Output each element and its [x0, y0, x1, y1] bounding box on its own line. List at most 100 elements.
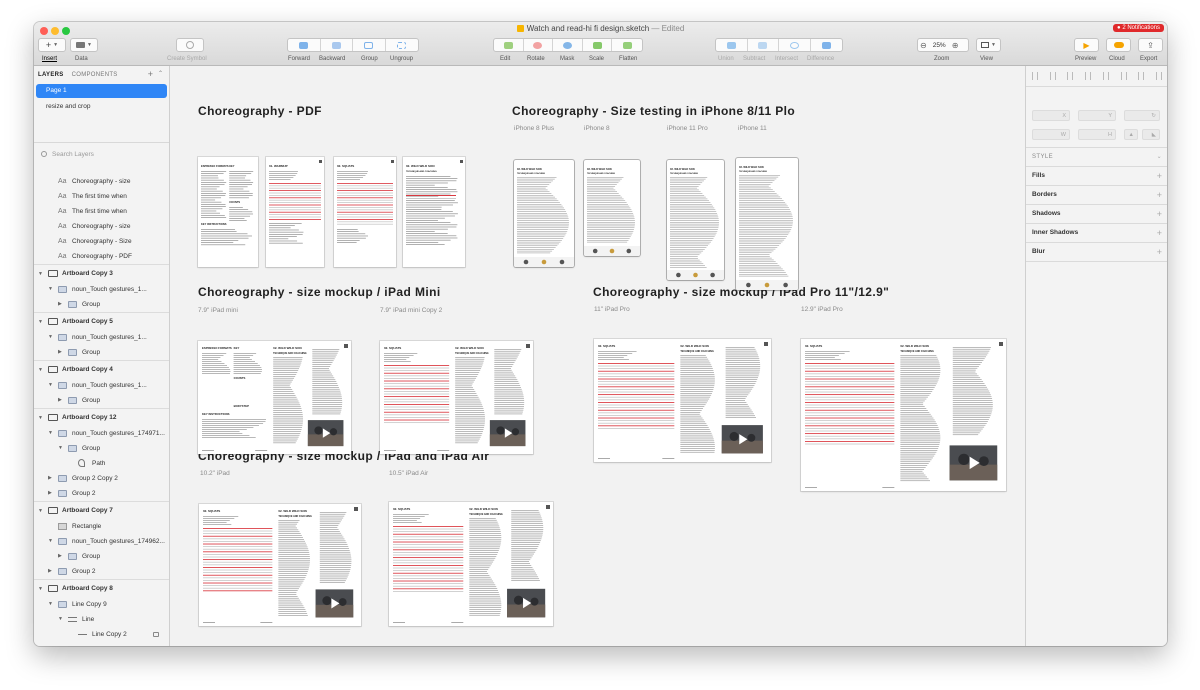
create-symbol-button[interactable] — [176, 38, 204, 52]
artboard-label-ipad-mini-copy-2[interactable]: 7.9" iPad mini Copy 2 — [380, 307, 442, 314]
section-title-ipad-mini[interactable]: Choreography - size mockup / iPad Mini — [198, 285, 441, 299]
artboard-iphone-8-plus[interactable]: 02. WILD WILD SON TECHNIQUE AND COACHING — [514, 160, 574, 267]
backward-button[interactable] — [321, 39, 353, 51]
disclosure-expanded-icon[interactable]: ▼ — [58, 441, 63, 456]
data-button[interactable]: ▼ — [70, 38, 98, 52]
page-item-page-1[interactable]: Page 1 — [36, 84, 167, 98]
align-top-icon[interactable] — [1102, 72, 1109, 80]
layer-artboard[interactable]: ▼ Artboard Copy 5 — [34, 312, 169, 330]
artboard-ipad-10-2[interactable]: 02. SQUATS 02. WILD WILD SON TECHNIQUE AND… — [199, 504, 361, 626]
flatten-button[interactable] — [612, 39, 642, 51]
artboard-iphone-11[interactable]: 02. WILD WILD SON TECHNIQUE AND COACHING — [736, 158, 798, 290]
layer-item[interactable]: ▼ Line — [34, 612, 169, 627]
layer-item[interactable]: ▼ noun_Touch gestures_174962... — [34, 534, 169, 549]
disclosure-collapsed-icon[interactable]: ▶ — [58, 297, 62, 312]
layer-artboard[interactable]: ▼ Artboard Copy 12 — [34, 408, 169, 426]
artboard-iphone-8[interactable]: 02. WILD WILD SON TECHNIQUE AND COACHING — [584, 160, 640, 256]
disclosure-expanded-icon[interactable]: ▼ — [48, 534, 53, 549]
notifications-badge[interactable]: ● 2 Notifications — [1113, 24, 1164, 32]
flip-horizontal-button[interactable]: ▲ — [1124, 129, 1138, 140]
search-layers-input[interactable]: Search Layers — [38, 148, 166, 161]
layer-item[interactable]: Path — [34, 456, 169, 471]
blur-row[interactable]: Blur + — [1032, 243, 1162, 261]
intersect-button[interactable] — [779, 39, 811, 51]
artboard-label-ipad-pro-12-9[interactable]: 12.9" iPad Pro — [801, 306, 843, 313]
layer-item[interactable]: Aa The first time when — [34, 189, 169, 204]
artboard-label-iphone-11[interactable]: iPhone 11 — [738, 125, 767, 132]
layer-item[interactable]: ▼ noun_Touch gestures_1... — [34, 330, 169, 345]
fills-row[interactable]: Fills + — [1032, 167, 1162, 185]
disclosure-expanded-icon[interactable]: ▼ — [38, 409, 43, 426]
add-page-button[interactable]: + — [148, 69, 153, 79]
layer-item[interactable]: Aa Choreography - Size — [34, 234, 169, 249]
cloud-button[interactable] — [1106, 38, 1131, 52]
layer-item[interactable]: ▶ Group 2 — [34, 486, 169, 501]
scale-button[interactable] — [583, 39, 613, 51]
borders-row[interactable]: Borders + — [1032, 186, 1162, 204]
layer-item[interactable]: ▼ noun_Touch gestures_1... — [34, 378, 169, 393]
layer-item[interactable]: ▼ Line Copy 9 — [34, 597, 169, 612]
tab-layers[interactable]: LAYERS — [38, 72, 64, 78]
layer-item[interactable]: ▼ Group — [34, 441, 169, 456]
layer-item[interactable]: ▶ Group — [34, 345, 169, 360]
artboard-ipad-pro-11[interactable]: 02. SQUATS 02. WILD WILD SON TECHNIQUE AND… — [594, 339, 771, 462]
union-button[interactable] — [716, 39, 748, 51]
disclosure-expanded-icon[interactable]: ▼ — [48, 597, 53, 612]
add-border-icon[interactable]: + — [1157, 186, 1162, 204]
layer-item[interactable]: Aa The first time when — [34, 204, 169, 219]
style-section-header[interactable]: STYLE ⌄ — [1032, 148, 1162, 166]
collapse-pages-button[interactable]: ⌃ — [158, 70, 163, 77]
artboard-label-iphone-11-pro[interactable]: iPhone 11 Pro — [667, 125, 708, 132]
layer-item[interactable]: Aa Choreography - PDF — [34, 249, 169, 264]
subtract-button[interactable] — [748, 39, 779, 51]
add-shadow-icon[interactable]: + — [1157, 205, 1162, 223]
distribute-vertical-icon[interactable] — [1155, 72, 1162, 80]
layer-artboard[interactable]: ▼ Artboard Copy 8 — [34, 579, 169, 597]
disclosure-expanded-icon[interactable]: ▼ — [48, 426, 53, 441]
disclosure-expanded-icon[interactable]: ▼ — [38, 502, 43, 519]
disclosure-expanded-icon[interactable]: ▼ — [58, 612, 63, 627]
height-field[interactable]: H — [1078, 129, 1116, 140]
inner-shadows-row[interactable]: Inner Shadows + — [1032, 224, 1162, 242]
insert-button[interactable]: + ▼ — [38, 38, 66, 52]
layer-artboard[interactable]: ▼ Artboard Copy 7 — [34, 501, 169, 519]
disclosure-collapsed-icon[interactable]: ▶ — [58, 549, 62, 564]
disclosure-expanded-icon[interactable]: ▼ — [48, 282, 53, 297]
artboard-ipad-mini[interactable]: ESPRESSO FORMATS KEY COUNTS BODYSTEP KEY INS… — [198, 341, 351, 454]
artboard-pdf-2[interactable]: 01. WARMUP — [266, 157, 324, 267]
layer-artboard[interactable]: ▼ Artboard Copy 4 — [34, 360, 169, 378]
rotate-button[interactable] — [524, 39, 554, 51]
page-item-resize-and-crop[interactable]: resize and crop — [36, 100, 167, 114]
layer-item[interactable]: ▶ Group — [34, 393, 169, 408]
edit-button[interactable] — [494, 39, 524, 51]
section-title-pdf[interactable]: Choreography - PDF — [198, 104, 322, 118]
add-fill-icon[interactable]: + — [1157, 167, 1162, 185]
tab-components[interactable]: COMPONENTS — [72, 72, 118, 78]
artboard-ipad-air-10-5[interactable]: 02. SQUATS 02. WILD WILD SON TECHNIQUE AND… — [389, 502, 553, 626]
disclosure-collapsed-icon[interactable]: ▶ — [48, 564, 52, 579]
artboard-label-ipad-mini[interactable]: 7.9" iPad mini — [198, 307, 238, 314]
artboard-label-iphone-8-plus[interactable]: iPhone 8 Plus — [514, 125, 554, 132]
artboard-label-ipad-10-2[interactable]: 10.2" iPad — [200, 470, 230, 477]
zoom-in-button[interactable]: ⊕ — [950, 41, 961, 50]
ungroup-button[interactable] — [386, 39, 418, 51]
distribute-horizontal-icon[interactable] — [1085, 72, 1092, 80]
group-button[interactable] — [353, 39, 386, 51]
canvas[interactable]: Choreography - PDF Choreography - Size t… — [170, 66, 1025, 646]
add-blur-icon[interactable]: + — [1157, 243, 1162, 261]
layer-item[interactable]: ▶ Group 2 — [34, 564, 169, 579]
layer-artboard[interactable]: ▼ Artboard Copy 3 — [34, 264, 169, 282]
forward-button[interactable] — [288, 39, 321, 51]
zoom-out-button[interactable]: ⊖ — [918, 41, 929, 50]
align-center-icon[interactable] — [1049, 72, 1056, 80]
artboard-pdf-4[interactable]: 02. WILD WILD SON TECHNIQUE AND COACHING — [403, 157, 465, 267]
disclosure-expanded-icon[interactable]: ▼ — [38, 313, 43, 330]
view-button[interactable]: ▼ — [976, 38, 1001, 52]
rotation-field[interactable]: ↻ — [1124, 110, 1160, 121]
layer-item[interactable]: ▼ noun_Touch gestures_1... — [34, 282, 169, 297]
disclosure-expanded-icon[interactable]: ▼ — [38, 361, 43, 378]
zoom-value[interactable]: 25% — [929, 42, 950, 49]
disclosure-expanded-icon[interactable]: ▼ — [48, 330, 53, 345]
section-title-iphone[interactable]: Choreography - Size testing in iPhone 8/… — [512, 104, 795, 118]
layer-item[interactable]: ▶ Group — [34, 297, 169, 312]
